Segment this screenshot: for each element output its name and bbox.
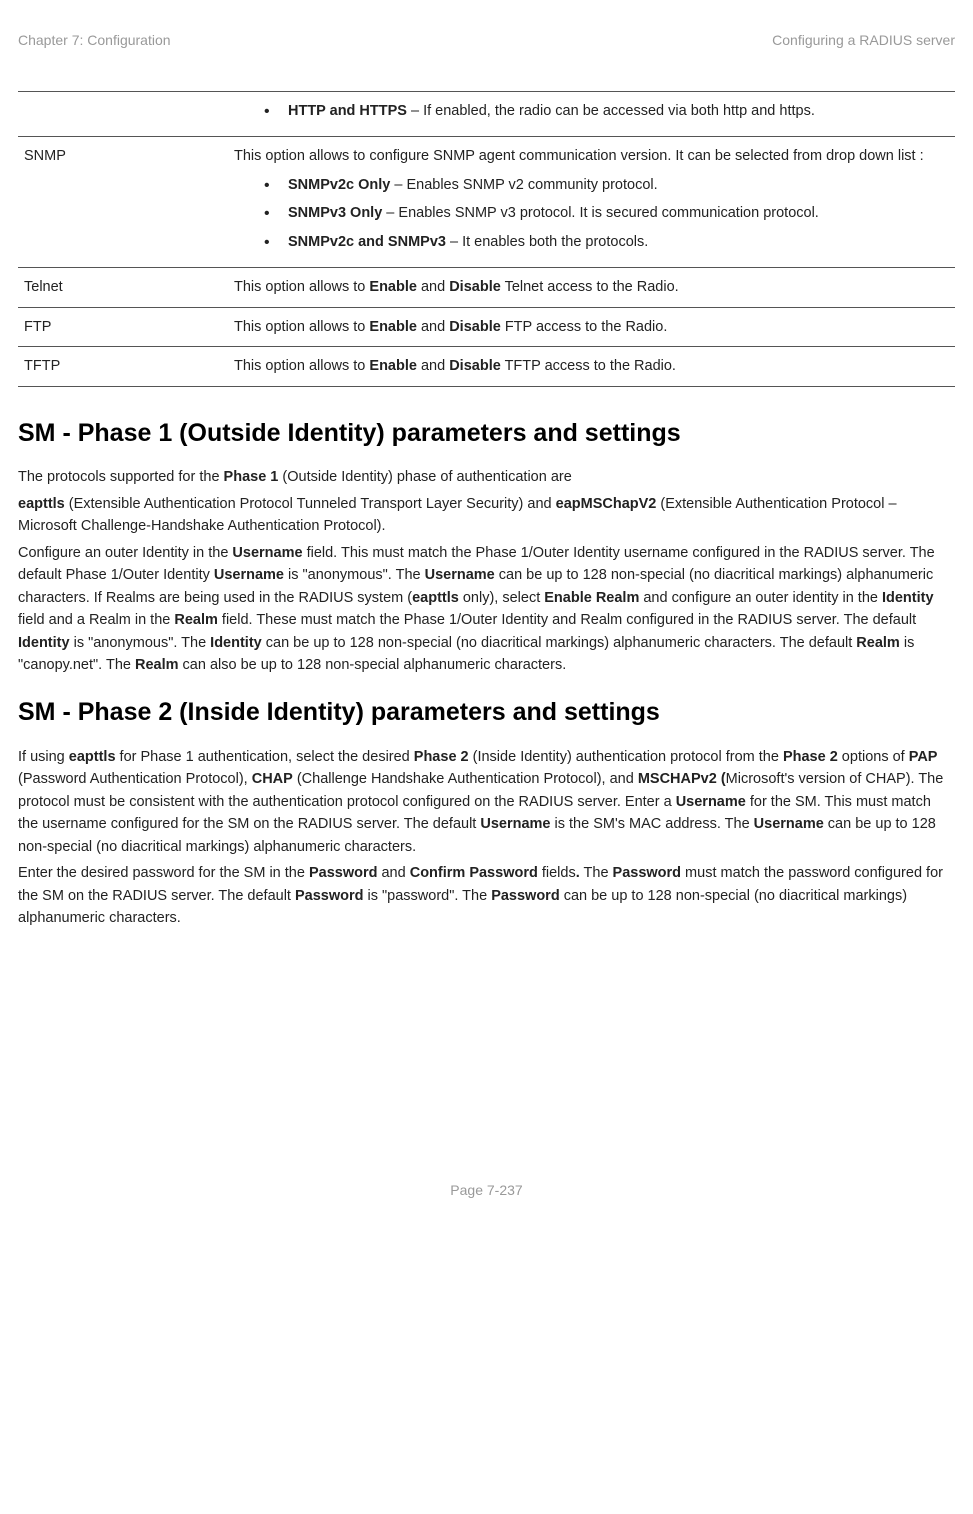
cell-label: Telnet [18, 268, 228, 307]
paragraph: The protocols supported for the Phase 1 … [18, 466, 955, 488]
cell-content: This option allows to configure SNMP age… [228, 137, 955, 268]
intro-text: This option allows to configure SNMP age… [234, 145, 949, 167]
section-heading-phase2: SM - Phase 2 (Inside Identity) parameter… [18, 694, 955, 732]
text: and [417, 279, 449, 295]
cell-label: SNMP [18, 137, 228, 268]
term: Disable [449, 319, 501, 335]
header-right: Configuring a RADIUS server [772, 30, 955, 51]
cell-content: This option allows to Enable and Disable… [228, 307, 955, 346]
text: and [417, 319, 449, 335]
paragraph: Enter the desired password for the SM in… [18, 862, 955, 929]
text: TFTP access to the Radio. [501, 358, 676, 374]
term: SNMPv2c Only [288, 177, 390, 193]
text: Telnet access to the Radio. [501, 279, 679, 295]
text: This option allows to [234, 319, 369, 335]
config-table: HTTP and HTTPS – If enabled, the radio c… [18, 91, 955, 387]
term: SNMPv3 Only [288, 205, 382, 221]
section-heading-phase1: SM - Phase 1 (Outside Identity) paramete… [18, 415, 955, 453]
table-row: SNMP This option allows to configure SNM… [18, 137, 955, 268]
term: Disable [449, 358, 501, 374]
page-footer: Page 7-237 [18, 1180, 955, 1201]
term: SNMPv2c and SNMPv3 [288, 234, 446, 250]
table-row: Telnet This option allows to Enable and … [18, 268, 955, 307]
text: This option allows to [234, 279, 369, 295]
term: Enable [369, 279, 417, 295]
section2-body: If using eapttls for Phase 1 authenticat… [18, 746, 955, 930]
text: and [417, 358, 449, 374]
text: This option allows to [234, 358, 369, 374]
list-item: SNMPv3 Only – Enables SNMP v3 protocol. … [264, 202, 949, 224]
table-row: FTP This option allows to Enable and Dis… [18, 307, 955, 346]
cell-label: TFTP [18, 347, 228, 386]
bullet-list: HTTP and HTTPS – If enabled, the radio c… [234, 100, 949, 122]
term: Enable [369, 358, 417, 374]
table-row: HTTP and HTTPS – If enabled, the radio c… [18, 92, 955, 137]
list-item: SNMPv2c and SNMPv3 – It enables both the… [264, 231, 949, 253]
cell-content: HTTP and HTTPS – If enabled, the radio c… [228, 92, 955, 137]
list-item: SNMPv2c Only – Enables SNMP v2 community… [264, 174, 949, 196]
table-row: TFTP This option allows to Enable and Di… [18, 347, 955, 386]
paragraph: Configure an outer Identity in the Usern… [18, 542, 955, 677]
header-left: Chapter 7: Configuration [18, 30, 171, 51]
text: – It enables both the protocols. [446, 234, 648, 250]
cell-content: This option allows to Enable and Disable… [228, 268, 955, 307]
bullet-list: SNMPv2c Only – Enables SNMP v2 community… [234, 174, 949, 253]
paragraph: If using eapttls for Phase 1 authenticat… [18, 746, 955, 858]
cell-label: FTP [18, 307, 228, 346]
cell-content: This option allows to Enable and Disable… [228, 347, 955, 386]
text: – If enabled, the radio can be accessed … [407, 103, 815, 119]
term: Enable [369, 319, 417, 335]
paragraph: eapttls (Extensible Authentication Proto… [18, 493, 955, 538]
section1-body: The protocols supported for the Phase 1 … [18, 466, 955, 676]
term: HTTP and HTTPS [288, 103, 407, 119]
list-item: HTTP and HTTPS – If enabled, the radio c… [264, 100, 949, 122]
text: – Enables SNMP v3 protocol. It is secure… [382, 205, 819, 221]
cell-label [18, 92, 228, 137]
text: FTP access to the Radio. [501, 319, 668, 335]
term: Disable [449, 279, 501, 295]
page-header: Chapter 7: Configuration Configuring a R… [18, 30, 955, 51]
text: – Enables SNMP v2 community protocol. [390, 177, 657, 193]
